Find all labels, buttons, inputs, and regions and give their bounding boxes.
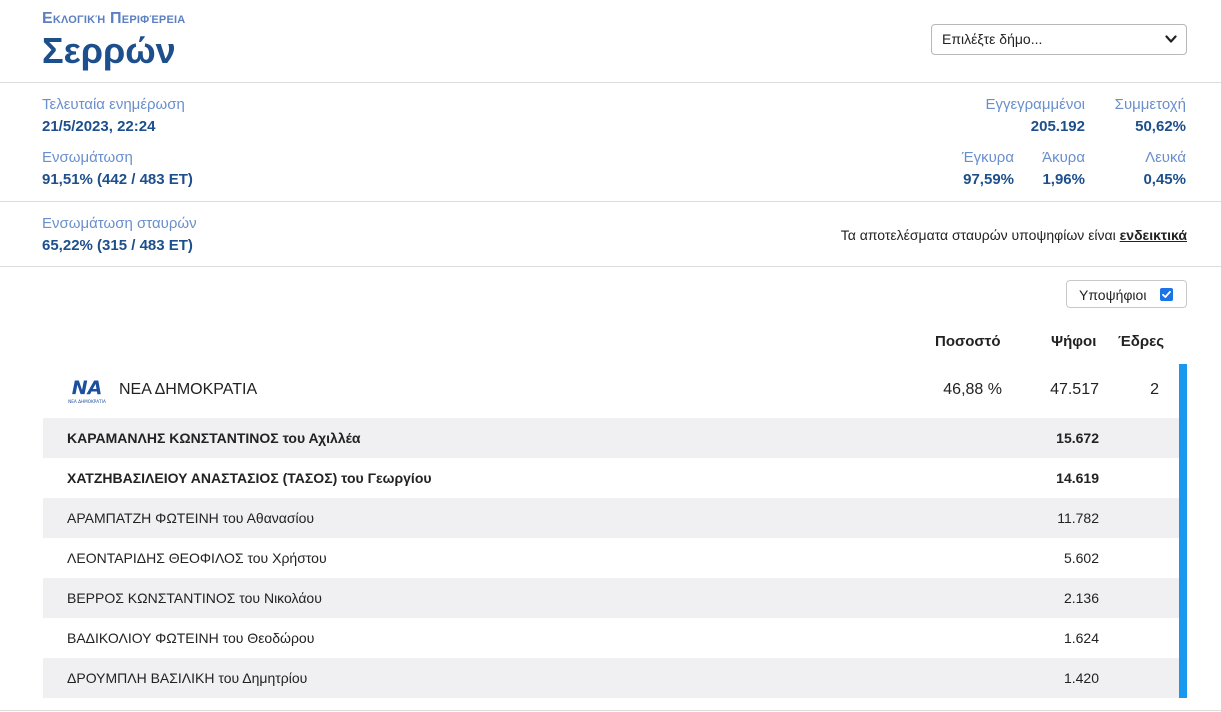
valid-value: 97,59% [963, 171, 1014, 188]
candidate-row: ΛΕΟΝΤΑΡΙΔΗΣ ΘΕΟΦΙΛΟΣ του Χρήστου 5.602 [43, 538, 1179, 578]
candidate-votes: 1.420 [1063, 670, 1099, 686]
party-logo: ΝΑ ΝΕΑ ΔΗΜΟΚΡΑΤΙΑ [68, 377, 106, 404]
candidate-votes: 11.782 [1057, 510, 1099, 526]
party-votes: 47.517 [1050, 381, 1099, 398]
page-title: Σερρών [42, 30, 176, 71]
indicative-note-text: Τα αποτελέσματα σταυρών υποψηφίων είναι [840, 227, 1120, 243]
last-update-value: 21/5/2023, 22:24 [42, 118, 156, 135]
party-logo-sub: ΝΕΑ ΔΗΜΟΚΡΑΤΙΑ [68, 399, 106, 404]
check-icon [1162, 290, 1171, 298]
party-percentage: 46,88 % [943, 381, 1002, 398]
candidates-checkbox[interactable] [1160, 288, 1173, 301]
candidate-votes: 14.619 [1056, 470, 1099, 486]
incorporation-label: Ενσωμάτωση [42, 149, 133, 166]
candidate-row: ΒΕΡΡΟΣ ΚΩΝΣΤΑΝΤΙΝΟΣ του Νικολάου 2.136 [43, 578, 1179, 618]
candidate-name: ΛΕΟΝΤΑΡΙΔΗΣ ΘΕΟΦΙΛΟΣ του Χρήστου [67, 550, 327, 566]
chevron-down-icon [1165, 35, 1177, 43]
candidate-votes: 2.136 [1063, 590, 1099, 606]
turnout-value: 50,62% [1135, 118, 1186, 135]
region-kicker: Εκλογική Περιφέρεια [42, 10, 186, 27]
cross-incorporation-label: Ενσωμάτωση σταυρών [42, 215, 197, 232]
indicative-note: Τα αποτελέσματα σταυρών υποψηφίων είναι … [841, 227, 1187, 243]
candidate-name: ΧΑΤΖΗΒΑΣΙΛΕΙΟΥ ΑΝΑΣΤΑΣΙΟΣ (ΤΑΣΟΣ) του Γε… [67, 470, 432, 486]
indicative-link[interactable]: ενδεικτικά [1120, 227, 1187, 243]
candidate-row: ΔΡΟΥΜΠΛΗ ΒΑΣΙΛΙΚΗ του Δημητρίου 1.420 [43, 658, 1179, 698]
registered-label: Εγγεγραμμένοι [985, 96, 1085, 113]
candidate-name: ΚΑΡΑΜΑΝΛΗΣ ΚΩΝΣΤΑΝΤΙΝΟΣ του Αχιλλέα [67, 430, 361, 446]
candidates-toggle-label: Υποψήφιοι [1079, 287, 1147, 303]
candidate-name: ΒΕΡΡΟΣ ΚΩΝΣΤΑΝΤΙΝΟΣ του Νικολάου [67, 590, 322, 606]
candidate-votes: 1.624 [1063, 630, 1099, 646]
candidate-row: ΒΑΔΙΚΟΛΙΟΥ ΦΩΤΕΙΝΗ του Θεοδώρου 1.624 [43, 618, 1179, 658]
header-percentage: Ποσοστό [935, 333, 1001, 350]
registered-value: 205.192 [1030, 118, 1085, 135]
invalid-label: Άκυρα [1042, 149, 1085, 166]
candidate-name: ΑΡΑΜΠΑΤΖΗ ΦΩΤΕΙΝΗ του Αθανασίου [67, 510, 315, 526]
municipality-select-value: Επιλέξτε δήμο... [942, 31, 1043, 47]
candidates-toggle[interactable]: Υποψήφιοι [1066, 280, 1187, 308]
invalid-value: 1,96% [1042, 171, 1085, 188]
candidate-votes: 5.602 [1063, 550, 1099, 566]
bottom-divider [0, 710, 1221, 711]
candidate-row: ΑΡΑΜΠΑΤΖΗ ΦΩΤΕΙΝΗ του Αθανασίου 11.782 [43, 498, 1179, 538]
cross-stats: Ενσωμάτωση σταυρών 65,22% (315 / 483 ΕΤ)… [0, 202, 1221, 267]
page-header: Εκλογική Περιφέρεια Σερρών Επιλέξτε δήμο… [0, 0, 1221, 83]
stats-summary: Τελευταία ενημέρωση 21/5/2023, 22:24 Ενσ… [0, 83, 1221, 202]
valid-label: Έγκυρα [961, 149, 1014, 166]
candidate-row: ΧΑΤΖΗΒΑΣΙΛΕΙΟΥ ΑΝΑΣΤΑΣΙΟΣ (ΤΑΣΟΣ) του Γε… [43, 458, 1179, 498]
candidate-name: ΒΑΔΙΚΟΛΙΟΥ ΦΩΤΕΙΝΗ του Θεοδώρου [67, 630, 315, 646]
party-seats: 2 [1150, 381, 1159, 398]
candidate-votes: 15.672 [1056, 430, 1099, 446]
candidate-name: ΔΡΟΥΜΠΛΗ ΒΑΣΙΛΙΚΗ του Δημητρίου [67, 670, 308, 686]
last-update-label: Τελευταία ενημέρωση [42, 96, 185, 113]
turnout-label: Συμμετοχή [1114, 96, 1186, 113]
blank-value: 0,45% [1143, 171, 1186, 188]
party-row[interactable]: ΝΑ ΝΕΑ ΔΗΜΟΚΡΑΤΙΑ ΝΕΑ ΔΗΜΟΚΡΑΤΙΑ 46,88 %… [43, 364, 1179, 418]
cross-incorporation-value: 65,22% (315 / 483 ΕΤ) [42, 237, 193, 254]
candidate-list: ΚΑΡΑΜΑΝΛΗΣ ΚΩΝΣΤΑΝΤΙΝΟΣ του Αχιλλέα 15.6… [43, 418, 1179, 698]
party-accent-bar [1179, 364, 1187, 698]
header-votes: Ψήφοι [1051, 333, 1097, 350]
candidate-row: ΚΑΡΑΜΑΝΛΗΣ ΚΩΝΣΤΑΝΤΙΝΟΣ του Αχιλλέα 15.6… [43, 418, 1179, 458]
incorporation-value: 91,51% (442 / 483 ΕΤ) [42, 171, 193, 188]
party-logo-text: ΝΑ [72, 377, 103, 399]
blank-label: Λευκά [1145, 149, 1186, 166]
municipality-select[interactable]: Επιλέξτε δήμο... [931, 24, 1187, 55]
party-name: ΝΕΑ ΔΗΜΟΚΡΑΤΙΑ [119, 381, 258, 398]
header-seats: Έδρες [1118, 333, 1165, 350]
